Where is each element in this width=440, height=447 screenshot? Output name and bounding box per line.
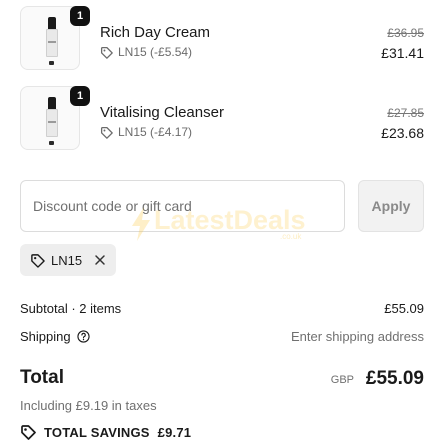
apply-button[interactable]: Apply (358, 180, 424, 232)
tag-icon (100, 46, 113, 59)
tag-icon (31, 253, 45, 268)
savings-label: TOTAL SAVINGS (44, 424, 150, 440)
shipping-value: Enter shipping address (291, 329, 424, 344)
cart-item: 1 Vitalising Cleanser LN15 (-£4.17) £27.… (0, 84, 440, 154)
shipping-row: Shipping Enter shipping address (20, 329, 424, 344)
product-name: Rich Day Cream (100, 24, 211, 41)
subtotal-value: £55.09 (384, 301, 424, 316)
taxes-note: Including £9.19 in taxes (20, 398, 157, 413)
help-icon[interactable] (76, 330, 90, 343)
subtotal-row: Subtotal · 2 items £55.09 (20, 301, 424, 316)
item-discount: LN15 (-£4.17) (100, 125, 192, 139)
applied-code-text: LN15 (51, 252, 83, 268)
discount-code-row: Apply (20, 180, 424, 232)
cleanser-bottle-icon (46, 97, 58, 137)
item-discount-text: LN15 (-£4.17) (118, 125, 193, 139)
original-price: £27.85 (387, 106, 424, 120)
watermark-subtext: .co.uk (280, 232, 302, 241)
shipping-label: Shipping (20, 329, 71, 344)
discount-code-input[interactable] (20, 180, 345, 232)
currency-code: GBP (330, 374, 354, 386)
product-name: Vitalising Cleanser (100, 104, 224, 121)
total-label: Total (20, 367, 64, 388)
sale-price: £31.41 (381, 45, 424, 61)
quantity-badge: 1 (70, 6, 90, 26)
tag-icon (21, 425, 36, 440)
sale-price: £23.68 (381, 125, 424, 141)
item-discount: LN15 (-£5.54) (100, 45, 192, 59)
quantity-badge: 1 (70, 86, 90, 106)
item-discount-text: LN15 (-£5.54) (118, 45, 193, 59)
total-savings: TOTAL SAVINGS £9.71 (20, 424, 191, 440)
savings-value: £9.71 (157, 424, 192, 440)
original-price: £36.95 (387, 26, 424, 40)
total-value: £55.09 (365, 368, 424, 389)
applied-discount-chip: LN15 (20, 244, 116, 276)
close-icon[interactable] (94, 254, 106, 266)
cream-bottle-icon (46, 17, 58, 57)
tag-icon (100, 126, 113, 139)
cart-item: 1 Rich Day Cream LN15 (-£5.54) £36.95 £3… (0, 4, 440, 74)
subtotal-label: Subtotal · 2 items (20, 301, 122, 316)
